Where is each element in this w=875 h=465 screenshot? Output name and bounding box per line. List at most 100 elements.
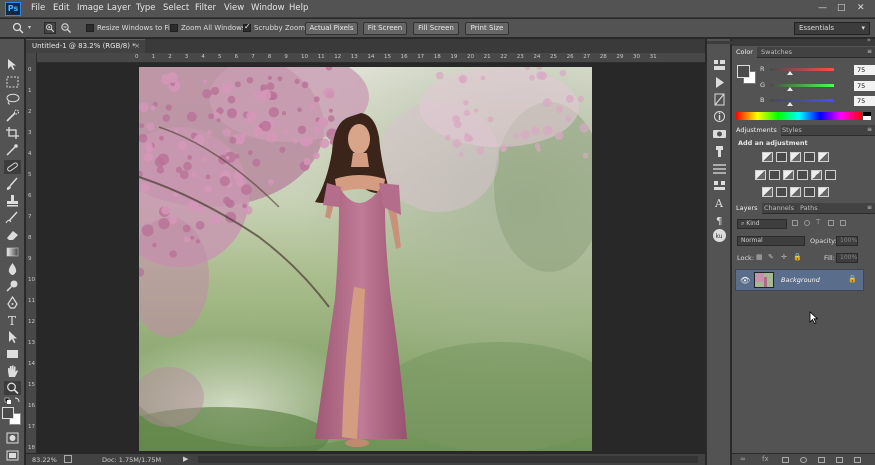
quick-selection-tool-icon[interactable] [4,109,21,123]
hand-tool-icon[interactable] [4,364,21,378]
path-selection-tool-icon[interactable] [4,330,21,344]
gradient-map-icon[interactable] [804,187,815,197]
healing-brush-tool-icon[interactable] [4,160,21,174]
color-spectrum-bar[interactable] [736,112,862,120]
threshold-icon[interactable] [790,187,801,197]
default-colors-icon[interactable] [4,397,21,405]
color-lookup-icon[interactable] [825,170,836,180]
move-tool-icon[interactable] [4,58,21,72]
properties-panel-icon[interactable] [712,93,727,106]
clone-source-icon[interactable] [712,179,727,192]
vibrance-icon[interactable] [818,152,829,162]
lock-transparent-icon[interactable]: ▦ [756,253,763,261]
invert-icon[interactable] [762,187,773,197]
eye-icon[interactable]: 👁 [740,276,750,285]
layer-style-icon[interactable]: fx [762,455,769,463]
zoom-in-icon[interactable] [44,22,56,34]
status-options-icon[interactable] [64,455,72,463]
gradient-tool-icon[interactable] [4,245,21,259]
lock-all-icon[interactable]: 🔒 [793,253,802,261]
horizontal-scrollbar[interactable] [198,456,698,463]
white-chip[interactable] [863,116,871,120]
green-value-field[interactable]: 75 [854,81,875,91]
green-slider[interactable] [770,84,834,87]
filter-shape-icon[interactable] [828,220,834,226]
zoom-level[interactable]: 83.22% [32,456,57,464]
levels-icon[interactable] [776,152,787,162]
menu-filter[interactable]: Filter [195,3,216,13]
exposure-icon[interactable] [804,152,815,162]
info-panel-icon[interactable] [712,110,727,123]
panel-menu-icon[interactable]: ≡ [867,48,872,55]
menu-image[interactable]: Image [77,3,104,13]
tab-adjustments[interactable]: Adjustments [732,125,781,136]
screen-mode-icon[interactable] [4,448,21,462]
new-adjustment-layer-icon[interactable] [800,457,807,463]
black-white-icon[interactable] [783,170,794,180]
foreground-color-swatch[interactable] [2,407,14,419]
brush-tool-icon[interactable] [4,177,21,191]
new-layer-icon[interactable] [836,457,843,463]
actual-pixels-button[interactable]: Actual Pixels [305,22,358,35]
crop-tool-icon[interactable] [4,126,21,140]
ruler-horizontal[interactable]: 0 1 2 3 4 5 6 7 8 9 10 11 12 13 14 15 16 17 18 19 20 21 22 23 24… [37,53,705,63]
blend-mode-select[interactable]: Normal [737,236,805,246]
kuler-panel-icon[interactable]: ku [711,228,728,243]
document-image[interactable] [139,67,592,451]
tab-paths[interactable]: Paths [796,203,822,214]
lock-position-icon[interactable]: ✛ [781,253,787,261]
tab-styles[interactable]: Styles [778,125,806,136]
tab-color[interactable]: Color [732,47,757,58]
brush-panel-icon[interactable] [712,162,727,175]
history-brush-tool-icon[interactable] [4,211,21,225]
blue-slider-thumb[interactable] [787,102,793,106]
eraser-tool-icon[interactable] [4,228,21,242]
layer-filter-select[interactable]: ⌕ Kind [737,219,787,229]
zoom-out-icon[interactable] [60,22,72,34]
photo-filter-icon[interactable] [797,170,808,180]
filter-smart-object-icon[interactable] [840,220,846,226]
layer-row-background[interactable]: 👁 Background 🔒 [735,269,864,291]
menu-file[interactable]: File [31,3,45,13]
menu-type[interactable]: Type [136,3,156,13]
blue-value-field[interactable]: 75 [854,96,875,106]
quick-mask-icon[interactable] [4,431,21,445]
menu-edit[interactable]: Edit [53,3,69,13]
curves-icon[interactable] [790,152,801,162]
zoom-all-windows-checkbox[interactable] [170,24,178,32]
tool-preset-dropdown-icon[interactable]: ▾ [28,24,31,31]
foreground-color-chip[interactable] [737,65,750,78]
brush-presets-icon[interactable] [712,145,727,158]
clone-stamp-tool-icon[interactable] [4,194,21,208]
zoom-tool-icon[interactable] [4,381,21,395]
ruler-vertical[interactable]: 0 1 2 3 4 5 6 7 8 9 10 11 12 13 14 15 16 17 18 [26,53,37,453]
rectangle-tool-icon[interactable] [4,347,21,361]
panel-menu-icon[interactable]: ≡ [867,204,872,211]
layer-name[interactable]: Background [781,276,820,284]
filter-type-icon[interactable]: T [816,218,820,226]
red-slider[interactable] [770,68,834,71]
dodge-tool-icon[interactable] [4,279,21,293]
minimize-button[interactable]: — [818,3,827,13]
scrubby-zoom-checkbox[interactable] [243,22,251,32]
document-tab[interactable]: Untitled-1 @ 83.2% (RGB/8) * × [26,39,145,53]
collapse-panels-icon[interactable]: » [867,36,871,44]
marquee-tool-icon[interactable] [4,75,21,89]
actions-panel-icon[interactable] [712,76,727,89]
menu-layer[interactable]: Layer [107,3,131,13]
menu-select[interactable]: Select [163,3,189,13]
new-group-icon[interactable] [818,457,825,463]
red-value-field[interactable]: 75 [854,65,875,75]
print-size-button[interactable]: Print Size [465,22,509,35]
pen-tool-icon[interactable] [4,295,21,310]
menu-view[interactable]: View [224,3,244,13]
lock-image-icon[interactable]: ✎ [768,253,774,261]
opacity-field[interactable]: 100% [836,236,858,246]
close-document-icon[interactable]: × [134,40,140,53]
panel-menu-icon[interactable]: ≡ [867,126,872,133]
workspace-select[interactable]: Essentials ▾ [794,22,870,35]
camera-panel-icon[interactable] [712,127,727,140]
paragraph-panel-icon[interactable]: ¶ [712,213,727,226]
delete-layer-icon[interactable] [854,457,861,463]
channel-mixer-icon[interactable] [811,170,822,180]
